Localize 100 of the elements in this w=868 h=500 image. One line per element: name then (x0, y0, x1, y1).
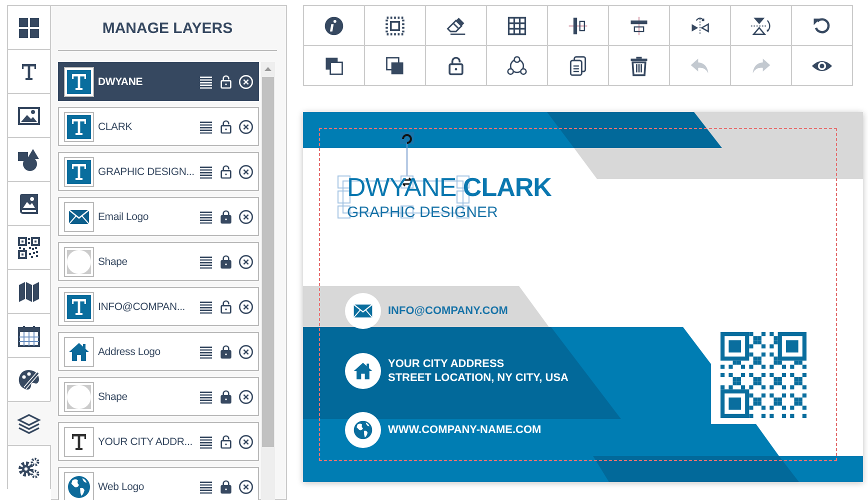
lock-icon[interactable] (218, 254, 234, 270)
drag-handle-icon[interactable] (198, 298, 214, 314)
toolbar-button[interactable] (487, 6, 548, 46)
toolbar-button[interactable] (731, 6, 792, 46)
sidebar-tab[interactable] (7, 49, 51, 93)
layer-item[interactable]: Shape (58, 242, 259, 281)
contact-text[interactable]: WWW.COMPANY-NAME.COM (388, 423, 542, 437)
globe-icon (64, 472, 94, 500)
layer-name: DWYANE (98, 76, 144, 88)
drag-handle-icon[interactable] (198, 434, 214, 450)
drag-handle-icon[interactable] (198, 164, 214, 180)
layer-name: GRAPHIC DESIGN... (98, 166, 194, 178)
lock-icon[interactable] (218, 478, 234, 494)
toolbar-button[interactable] (548, 6, 609, 46)
job-title-text[interactable]: GRAPHIC DESIGNER (347, 204, 498, 221)
selection-icon (384, 14, 406, 36)
remove-icon[interactable] (238, 164, 254, 180)
copy-icon (567, 54, 589, 76)
text-icon (64, 156, 94, 186)
envelope-icon (64, 202, 94, 232)
text-icon (64, 292, 94, 322)
contact-text[interactable]: YOUR CITY ADDRESS STREET LOCATION, NY CITY, USA (388, 357, 568, 385)
layer-item[interactable]: GRAPHIC DESIGN... (58, 152, 259, 191)
layer-name: Shape (98, 390, 128, 402)
sidebar-tab[interactable] (7, 93, 51, 137)
drag-handle-icon[interactable] (198, 478, 214, 494)
drag-handle-icon[interactable] (198, 74, 214, 90)
remove-icon[interactable] (238, 344, 254, 360)
layer-name: Web Logo (98, 480, 146, 492)
layer-name: Email Logo (98, 210, 150, 222)
remove-icon[interactable] (238, 388, 254, 404)
name-text[interactable]: DWYANE CLARK (347, 172, 552, 203)
drag-handle-icon[interactable] (198, 118, 214, 134)
drag-handle-icon[interactable] (198, 388, 214, 404)
drag-handle-icon[interactable] (198, 254, 214, 270)
contact-text[interactable]: INFO@COMPANY.COM (388, 304, 508, 318)
sidebar-tab[interactable] (7, 313, 51, 357)
nodes-icon (506, 54, 528, 76)
calendar-icon (17, 324, 41, 348)
layer-item[interactable]: CLARK (58, 107, 259, 146)
toolbar-button[interactable] (426, 6, 487, 46)
toolbar-button[interactable] (365, 46, 426, 86)
sidebar-tab[interactable] (7, 357, 51, 401)
remove-icon[interactable] (238, 254, 254, 270)
remove-icon[interactable] (238, 298, 254, 314)
layer-item[interactable]: Shape (58, 377, 259, 416)
unlock-icon[interactable] (218, 298, 234, 314)
templates-icon (17, 16, 41, 40)
sidebar-tab[interactable] (7, 137, 51, 181)
layer-name: YOUR CITY ADDR... (98, 436, 194, 448)
remove-icon[interactable] (238, 478, 254, 494)
toolbar-button[interactable] (304, 6, 365, 46)
toolbar-button[interactable] (670, 6, 731, 46)
text-icon (64, 66, 94, 96)
sidebar-tab[interactable] (7, 269, 51, 313)
lock-icon[interactable] (218, 208, 234, 224)
toolbar-button[interactable] (609, 46, 670, 86)
toolbar-button[interactable] (792, 46, 853, 86)
layer-name: Shape (98, 256, 128, 268)
panel-title: MANAGE LAYERS (102, 20, 233, 36)
drag-handle-icon[interactable] (198, 344, 214, 360)
info-icon (323, 14, 345, 36)
settings-icon (17, 456, 41, 480)
remove-icon[interactable] (238, 434, 254, 450)
sidebar-tab[interactable] (7, 225, 51, 269)
layer-item[interactable]: Address Logo (58, 332, 259, 371)
globe-icon (352, 419, 374, 441)
drag-handle-icon[interactable] (198, 208, 214, 224)
layer-item[interactable]: DWYANE (58, 62, 259, 101)
flip-icon (689, 14, 711, 36)
lock-icon[interactable] (218, 344, 234, 360)
sidebar-tab[interactable] (7, 5, 51, 49)
house-icon (64, 336, 94, 366)
unlock-icon[interactable] (218, 164, 234, 180)
remove-icon[interactable] (238, 208, 254, 224)
shapes-icon (17, 148, 41, 172)
sidebar-tab[interactable] (7, 445, 51, 489)
layer-item[interactable]: YOUR CITY ADDR... (58, 422, 259, 461)
scrollbar[interactable] (261, 62, 275, 500)
layer-item[interactable]: Email Logo (58, 197, 259, 236)
layer-item[interactable]: Web Logo (58, 467, 259, 500)
text-icon (64, 426, 94, 456)
toolbar-button[interactable] (548, 46, 609, 86)
palette-icon (17, 368, 41, 392)
toolbar-button[interactable] (426, 46, 487, 86)
unlock-icon[interactable] (218, 118, 234, 134)
unlock-icon[interactable] (218, 74, 234, 90)
toolbar-button[interactable] (487, 46, 548, 86)
sidebar-tab[interactable] (7, 401, 51, 445)
album-icon (17, 192, 41, 216)
toolbar-button[interactable] (792, 6, 853, 46)
unlock-icon[interactable] (218, 434, 234, 450)
toolbar-button[interactable] (304, 46, 365, 86)
toolbar-button[interactable] (609, 6, 670, 46)
qr-code-icon (17, 236, 41, 260)
lock-icon[interactable] (218, 388, 234, 404)
remove-icon[interactable] (238, 118, 254, 134)
toolbar-button[interactable] (365, 6, 426, 46)
sidebar-tab[interactable] (7, 181, 51, 225)
layer-item[interactable]: INFO@COMPAN... (58, 287, 259, 326)
